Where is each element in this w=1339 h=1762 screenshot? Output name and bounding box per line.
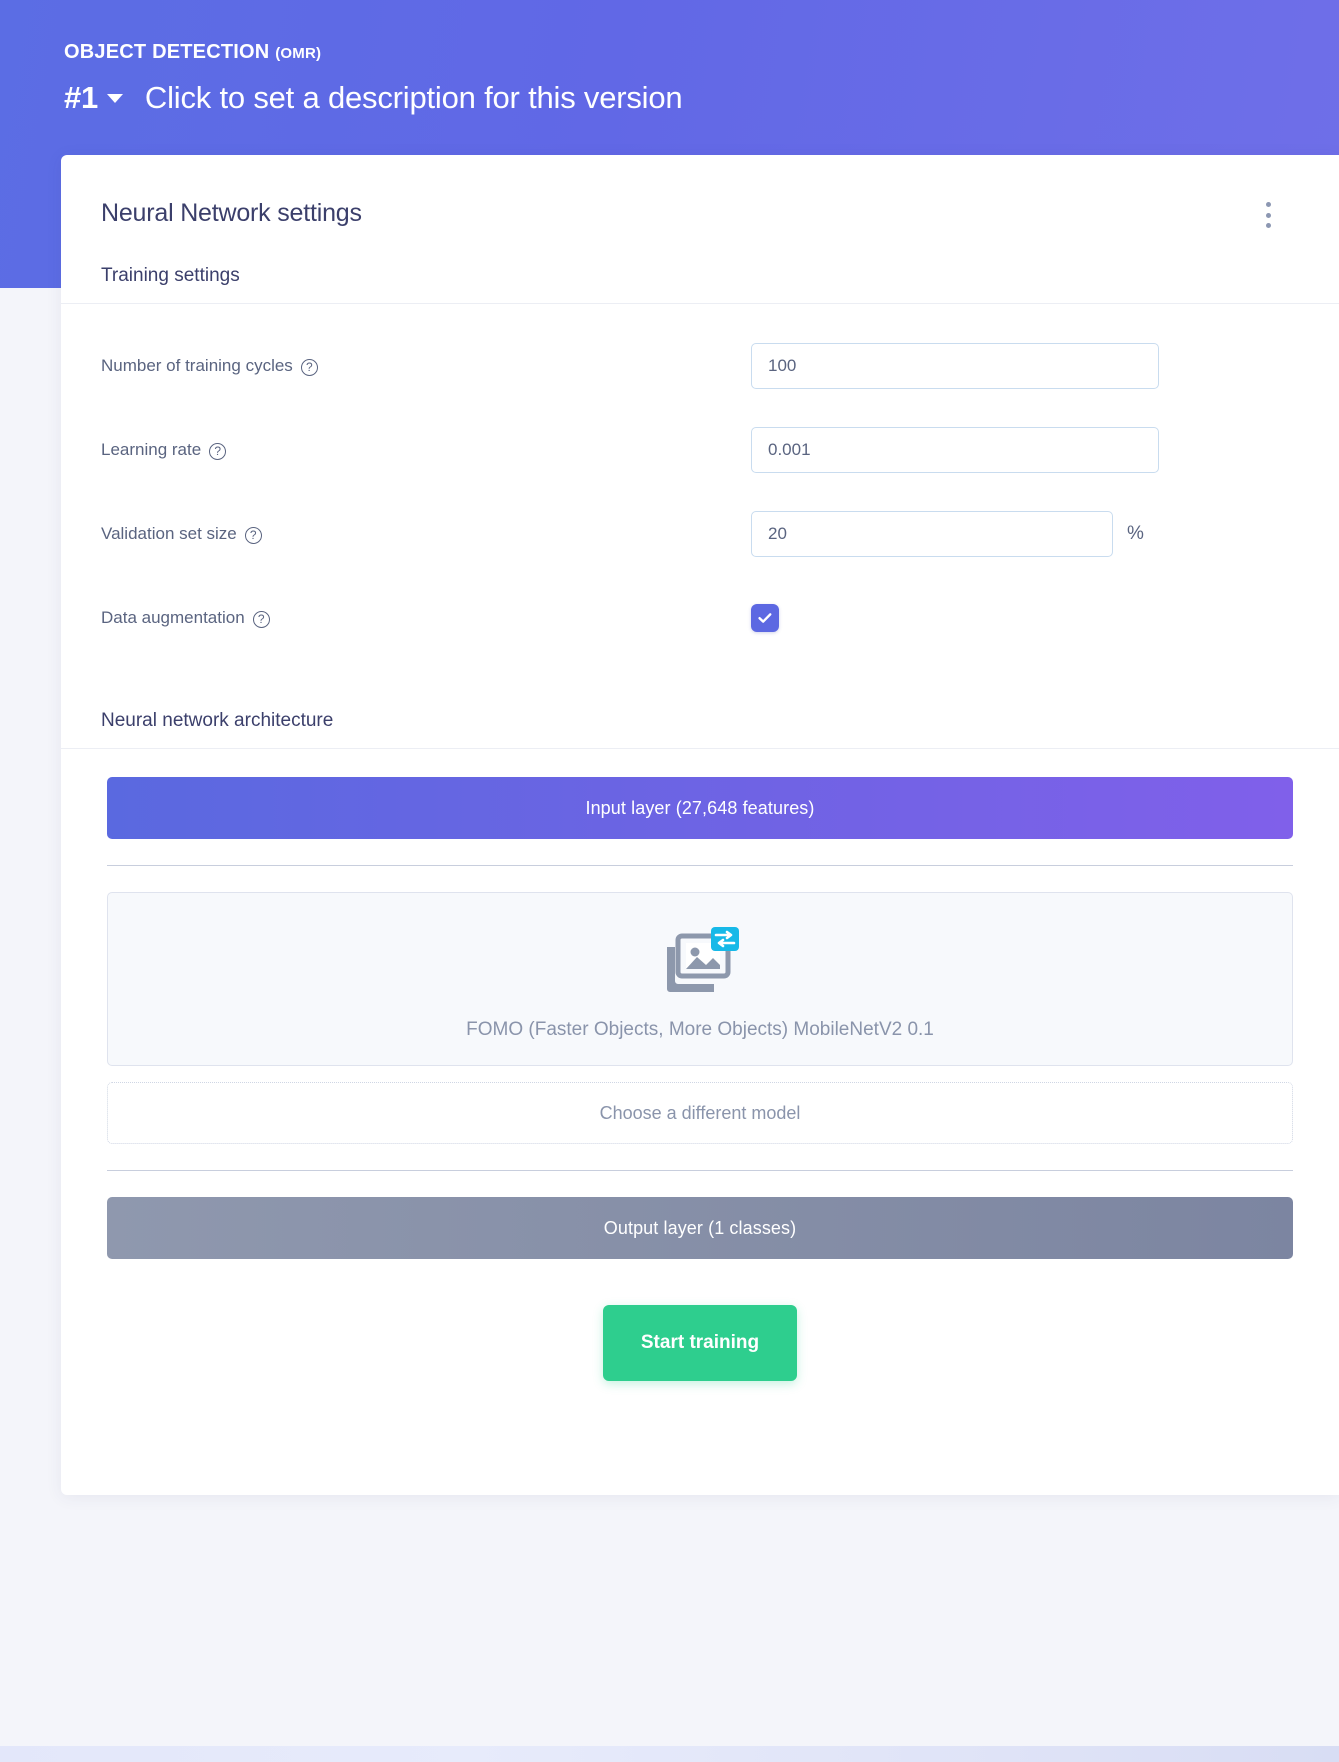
image-transfer-icon [128,927,1272,993]
architecture-body: Input layer (27,648 features) FOMO (Fast… [61,749,1339,1259]
percent-suffix: % [1127,523,1144,544]
kebab-dot [1265,223,1271,228]
control-validation-set-size: % [751,511,1299,557]
help-icon[interactable]: ? [244,526,262,544]
header-content: OBJECT DETECTION (OMR) #1 Click to set a… [64,40,1164,116]
input-layer-block: Input layer (27,648 features) [107,777,1293,839]
label-learning-rate: Learning rate ? [101,440,751,460]
card-footer: Start training [61,1259,1339,1451]
kebab-dot [1265,202,1271,207]
row-training-cycles: Number of training cycles ? [101,324,1299,408]
card-header: Neural Network settings [61,155,1339,247]
help-icon[interactable]: ? [252,610,270,628]
data-augmentation-checkbox[interactable] [751,604,779,632]
start-training-button[interactable]: Start training [602,1305,798,1381]
model-name-label: FOMO (Faster Objects, More Objects) Mobi… [466,1019,934,1040]
version-description[interactable]: Click to set a description for this vers… [145,80,683,116]
project-suffix-text: (OMR) [275,45,322,62]
control-data-augmentation [751,604,1299,632]
selected-model-block[interactable]: FOMO (Faster Objects, More Objects) Mobi… [107,892,1293,1066]
help-icon[interactable]: ? [300,358,318,376]
label-data-augmentation: Data augmentation ? [101,608,751,628]
control-training-cycles [751,343,1299,389]
label-training-cycles: Number of training cycles ? [101,356,751,376]
validation-set-size-input[interactable] [751,511,1113,557]
control-learning-rate [751,427,1299,473]
project-type-label: OBJECT DETECTION (OMR) [64,40,1164,64]
row-validation-set-size: Validation set size ? % [101,492,1299,576]
choose-different-model-button[interactable]: Choose a different model [107,1082,1293,1144]
chevron-down-icon[interactable] [106,94,123,103]
kebab-menu-icon[interactable] [1259,202,1277,228]
training-settings-body: Number of training cycles ? Learning rat… [61,304,1339,670]
row-learning-rate: Learning rate ? [101,408,1299,492]
project-type-text: OBJECT DETECTION [64,41,270,63]
training-cycles-input[interactable] [751,343,1159,389]
architecture-header: Neural network architecture [61,670,1339,749]
kebab-dot [1265,212,1271,218]
version-number[interactable]: #1 [64,80,98,116]
label-text: Learning rate [101,440,202,459]
learning-rate-input[interactable] [751,427,1159,473]
bottom-accent-strip [0,1746,1339,1762]
label-validation-set-size: Validation set size ? [101,524,751,544]
version-row: #1 Click to set a description for this v… [64,80,1164,116]
row-data-augmentation: Data augmentation ? [101,576,1299,660]
output-layer-block: Output layer (1 classes) [107,1197,1293,1259]
check-icon [758,613,772,623]
neural-network-settings-card: Neural Network settings Training setting… [61,155,1339,1495]
label-text: Number of training cycles [101,356,293,375]
connector-line-bottom [107,1170,1293,1171]
help-icon[interactable]: ? [209,442,227,460]
training-settings-header: Training settings [61,247,1339,304]
label-text: Validation set size [101,524,237,543]
page-title: Neural Network settings [101,199,362,227]
connector-line-top [107,865,1293,866]
label-text: Data augmentation [101,608,245,627]
